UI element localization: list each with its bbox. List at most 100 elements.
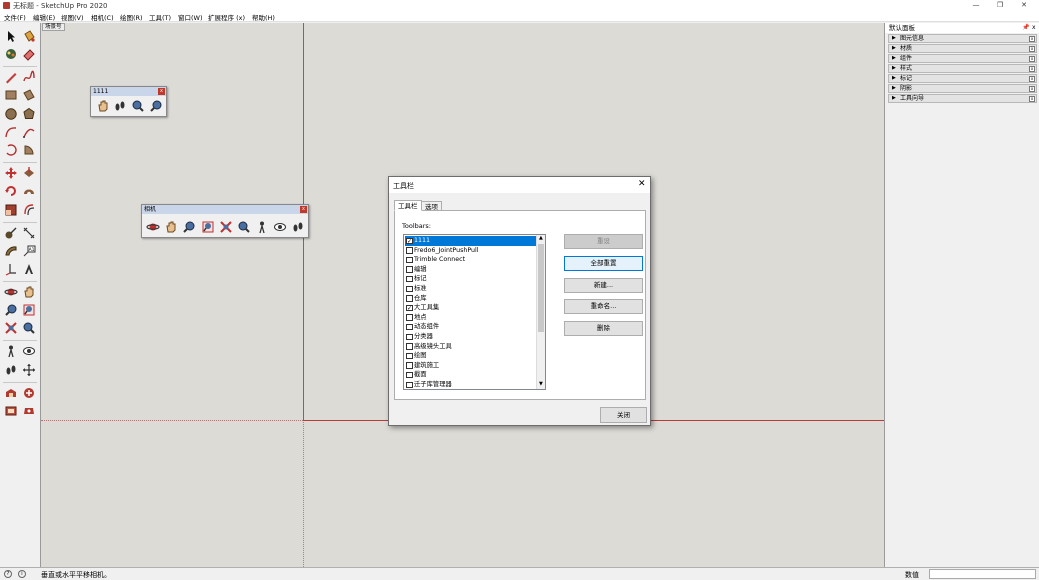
restore-button[interactable]: ❐ bbox=[992, 0, 1008, 11]
tab-toolbars[interactable]: 工具栏 bbox=[394, 200, 422, 211]
toolbars-list[interactable]: ✓ 1111 Fredo6_JointPushPull Trimble Connect… bbox=[403, 234, 546, 390]
minimize-button[interactable]: — bbox=[968, 0, 984, 11]
toolbar-checkbox[interactable] bbox=[406, 343, 413, 350]
toolbar-list-item[interactable]: 编辑 bbox=[405, 265, 536, 275]
line-pencil-icon[interactable] bbox=[4, 70, 18, 84]
tray-entity-info[interactable]: ▶ 图元信息 x bbox=[888, 34, 1037, 43]
menu-extensions[interactable]: 扩展程序 (x) bbox=[208, 12, 245, 22]
list-scrollbar[interactable]: ▲ ▼ bbox=[536, 235, 545, 389]
toolbar-checkbox[interactable] bbox=[406, 371, 413, 379]
toolbar-list-item[interactable]: 标记 bbox=[405, 274, 536, 284]
circle-icon[interactable] bbox=[4, 107, 18, 121]
scroll-down-arrow-icon[interactable]: ▼ bbox=[539, 381, 543, 387]
toolbar-checkbox[interactable] bbox=[406, 362, 413, 369]
protractor-icon[interactable] bbox=[4, 244, 18, 258]
paint-bucket-icon[interactable] bbox=[22, 29, 36, 43]
3d-text-icon[interactable] bbox=[22, 262, 36, 276]
toolbar-checkbox[interactable] bbox=[406, 256, 413, 264]
walk-footprints-icon[interactable] bbox=[113, 99, 127, 113]
orbit-icon[interactable] bbox=[146, 220, 160, 234]
look-around-icon[interactable] bbox=[22, 344, 36, 358]
tray-item-close-button[interactable]: x bbox=[1029, 36, 1035, 42]
two-point-arc-icon[interactable] bbox=[22, 125, 36, 139]
floating-toolbar-title[interactable]: 1111 x bbox=[91, 87, 166, 96]
toolbar-list-item[interactable]: 建筑施工 bbox=[405, 361, 536, 371]
position-camera-icon[interactable] bbox=[255, 220, 269, 234]
toolbar-checkbox[interactable] bbox=[406, 247, 413, 254]
zoom-icon[interactable] bbox=[149, 99, 163, 113]
tray-item-close-button[interactable]: x bbox=[1029, 46, 1035, 52]
tray-item-close-button[interactable]: x bbox=[1029, 96, 1035, 102]
three-point-arc-icon[interactable] bbox=[4, 143, 18, 157]
zoom-icon[interactable] bbox=[182, 220, 196, 234]
scroll-thumb[interactable] bbox=[538, 244, 544, 332]
toolbar-checkbox[interactable] bbox=[406, 295, 413, 302]
tray-item-close-button[interactable]: x bbox=[1029, 86, 1035, 92]
toolbar-list-item[interactable]: Fredo6_JointPushPull bbox=[405, 246, 536, 256]
tray-materials[interactable]: ▶ 材质 x bbox=[888, 44, 1037, 53]
tray-close-button[interactable]: x bbox=[1032, 23, 1036, 33]
floating-toolbar-close-button[interactable]: x bbox=[158, 88, 165, 95]
camera-floating-toolbar[interactable]: 相机 x bbox=[141, 204, 309, 238]
geolocation-info-icon[interactable]: ? bbox=[4, 570, 12, 578]
orbit-icon[interactable] bbox=[4, 285, 18, 299]
credits-info-icon[interactable]: i bbox=[18, 570, 26, 578]
toolbar-checkbox[interactable]: ✓ bbox=[406, 304, 413, 312]
zoom-window-icon[interactable] bbox=[22, 303, 36, 317]
toolbar-list-item[interactable]: 绘图 bbox=[405, 351, 536, 361]
toolbar-checkbox[interactable] bbox=[406, 266, 413, 273]
pan-hand-icon[interactable] bbox=[22, 285, 36, 299]
look-around-icon[interactable] bbox=[273, 220, 287, 234]
extension-manager-icon[interactable] bbox=[22, 404, 36, 418]
walk-footprints-icon[interactable] bbox=[291, 220, 305, 234]
tray-components[interactable]: ▶ 组件 x bbox=[888, 54, 1037, 63]
tray-instructor[interactable]: ▶ 工具向导 x bbox=[888, 94, 1037, 103]
section-plane-icon[interactable] bbox=[22, 363, 36, 377]
tray-tags[interactable]: ▶ 标记 x bbox=[888, 74, 1037, 83]
toolbar-checkbox[interactable] bbox=[406, 285, 413, 292]
new-toolbar-button[interactable]: 新建... bbox=[564, 278, 643, 293]
menu-camera[interactable]: 相机(C) bbox=[91, 12, 114, 22]
toolbar-list-item[interactable]: 分类器 bbox=[405, 332, 536, 342]
zoom-icon[interactable] bbox=[4, 303, 18, 317]
toolbar-list-item[interactable]: 动态组件 bbox=[405, 322, 536, 332]
tray-item-close-button[interactable]: x bbox=[1029, 56, 1035, 62]
custom-floating-toolbar[interactable]: 1111 x bbox=[90, 86, 167, 117]
pie-icon[interactable] bbox=[22, 143, 36, 157]
tray-styles[interactable]: ▶ 样式 x bbox=[888, 64, 1037, 73]
text-icon[interactable]: A1 bbox=[22, 244, 36, 258]
scene-tab[interactable]: 场景号 bbox=[42, 23, 65, 31]
toolbar-checkbox[interactable] bbox=[406, 381, 413, 388]
toolbar-list-item[interactable]: ✓ 大工具集 bbox=[405, 303, 536, 313]
freehand-icon[interactable] bbox=[22, 70, 36, 84]
close-dialog-button[interactable]: 关闭 bbox=[600, 407, 647, 423]
rotated-rectangle-icon[interactable] bbox=[22, 88, 36, 102]
dimension-icon[interactable] bbox=[22, 226, 36, 240]
axes-icon[interactable] bbox=[4, 262, 18, 276]
toolbar-list-item[interactable]: 仓库 bbox=[405, 294, 536, 304]
toolbar-list-item[interactable]: 标准 bbox=[405, 284, 536, 294]
tray-item-close-button[interactable]: x bbox=[1029, 76, 1035, 82]
menu-edit[interactable]: 编辑(E) bbox=[33, 12, 55, 22]
delete-toolbar-button[interactable]: 删除 bbox=[564, 321, 643, 336]
toolbar-list-item[interactable]: Trimble Connect bbox=[405, 255, 536, 265]
zoom-extents-icon[interactable] bbox=[4, 321, 18, 335]
3d-warehouse-icon[interactable] bbox=[4, 386, 18, 400]
send-to-layout-icon[interactable] bbox=[4, 404, 18, 418]
menu-window[interactable]: 窗口(W) bbox=[178, 12, 203, 22]
dialog-title-bar[interactable]: 工具栏 ✕ bbox=[389, 177, 650, 193]
scale-icon[interactable] bbox=[4, 203, 18, 217]
toolbar-list-item[interactable]: ✓ 1111 bbox=[405, 236, 536, 246]
reset-all-button[interactable]: 全部重置 bbox=[564, 256, 643, 271]
toolbar-list-item[interactable]: 迁子库管理器 bbox=[405, 380, 536, 389]
pan-hand-icon[interactable] bbox=[96, 99, 110, 113]
make-component-icon[interactable] bbox=[4, 47, 18, 61]
menu-help[interactable]: 帮助(H) bbox=[252, 12, 275, 22]
extension-warehouse-icon[interactable] bbox=[22, 386, 36, 400]
menu-draw[interactable]: 绘图(R) bbox=[120, 12, 143, 22]
toolbar-checkbox[interactable] bbox=[406, 275, 413, 283]
position-camera-icon[interactable] bbox=[4, 344, 18, 358]
measurements-input[interactable] bbox=[929, 569, 1036, 579]
previous-view-icon[interactable] bbox=[131, 99, 145, 113]
polygon-icon[interactable] bbox=[22, 107, 36, 121]
